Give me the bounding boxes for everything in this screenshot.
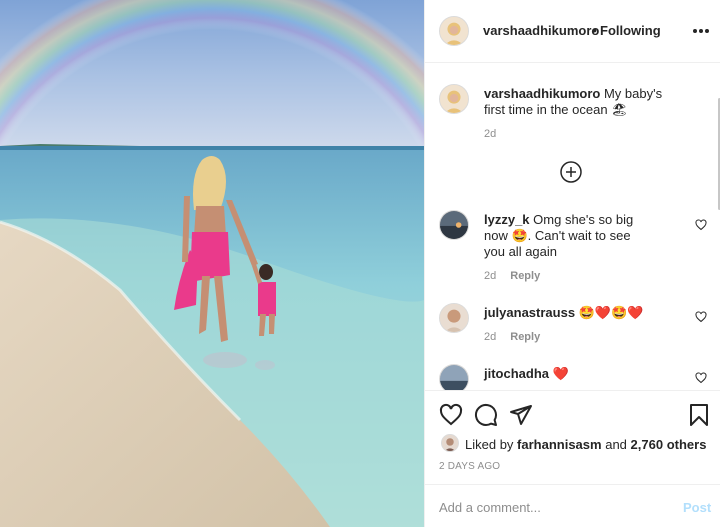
comment-item: jitochadha ❤️ <box>439 364 709 390</box>
comment-text: ❤️ <box>552 366 569 381</box>
heart-icon[interactable] <box>695 219 707 231</box>
post-actions: Liked by farhannisasm and 2,760 others 2… <box>425 390 720 484</box>
bookmark-icon[interactable] <box>687 403 711 427</box>
beach-photo-illustration <box>0 0 424 527</box>
reply-button[interactable]: Reply <box>510 331 540 343</box>
comment-username[interactable]: jitochadha <box>484 366 549 381</box>
comment-username[interactable]: julyanastrauss <box>484 305 575 320</box>
post-button[interactable]: Post <box>683 500 711 515</box>
commenter-avatar[interactable] <box>439 210 469 240</box>
first-liker-username[interactable]: farhannisasm <box>517 437 602 452</box>
post-header: varshaadhikumoro • Following <box>425 0 720 63</box>
post-timestamp[interactable]: 2 DAYS AGO <box>439 461 500 472</box>
separator-dot: • <box>592 22 597 38</box>
comment-input[interactable] <box>439 495 659 519</box>
more-options-icon[interactable] <box>693 29 709 35</box>
reply-button[interactable]: Reply <box>510 270 540 282</box>
commenter-avatar[interactable] <box>439 303 469 333</box>
caption-username[interactable]: varshaadhikumoro <box>484 86 600 101</box>
comments-list[interactable]: varshaadhikumoro My baby's first time in… <box>425 64 720 390</box>
comment-time: 2d <box>484 331 497 343</box>
comment-icon[interactable] <box>474 403 498 427</box>
likes-others-count[interactable]: 2,760 others <box>631 437 707 452</box>
liker-avatar[interactable] <box>441 434 459 452</box>
comment-username[interactable]: lyzzy_k <box>484 212 530 227</box>
caption: varshaadhikumoro My baby's first time in… <box>439 84 709 144</box>
heart-icon[interactable] <box>439 403 463 427</box>
commenter-avatar[interactable] <box>439 364 469 390</box>
caption-author-avatar[interactable] <box>439 84 469 114</box>
author-username[interactable]: varshaadhikumoro <box>483 23 599 38</box>
post-photo[interactable] <box>0 0 424 527</box>
author-avatar[interactable] <box>439 16 469 46</box>
caption-time: 2d <box>484 128 497 140</box>
following-button[interactable]: Following <box>600 23 661 38</box>
comment-text: 🤩❤️🤩❤️ <box>578 305 644 320</box>
paper-plane-icon[interactable] <box>509 403 533 427</box>
post-details-panel: varshaadhikumoro • Following varshaadhik… <box>424 0 720 527</box>
comment-item: lyzzy_k Omg she's so big now 🤩. Can't wa… <box>439 210 709 290</box>
comment-time: 2d <box>484 270 497 282</box>
comment-item: julyanastrauss 🤩❤️🤩❤️ 2d Reply <box>439 303 709 347</box>
plus-circle-icon[interactable] <box>559 160 583 184</box>
heart-icon[interactable] <box>695 372 707 384</box>
likes-conjunction: and <box>605 437 627 452</box>
comment-composer: Post <box>425 484 720 527</box>
heart-icon[interactable] <box>695 311 707 323</box>
likes-prefix: Liked by <box>465 437 514 452</box>
